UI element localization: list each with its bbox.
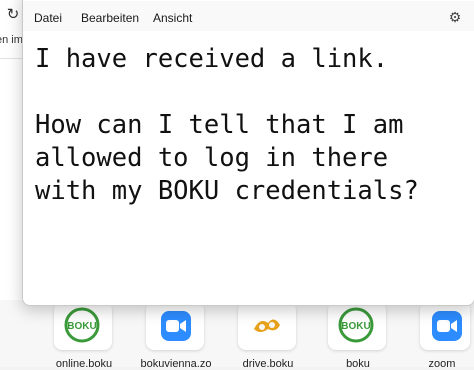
- shortcut-tile[interactable]: [420, 302, 470, 350]
- shortcut-boku[interactable]: BOKU boku: [318, 300, 398, 370]
- shortcut-drive-boku[interactable]: drive.boku: [228, 300, 308, 370]
- shortcut-tile[interactable]: BOKU: [328, 302, 386, 350]
- menu-edit[interactable]: Bearbeiten: [81, 11, 139, 25]
- zoom-icon: [161, 311, 191, 341]
- shortcut-tile[interactable]: BOKU: [54, 302, 112, 350]
- menu-view[interactable]: Ansicht: [153, 11, 192, 25]
- document-text[interactable]: I have received a link. How can I tell t…: [35, 43, 419, 208]
- refresh-icon[interactable]: ↻: [5, 7, 21, 23]
- shortcut-online-boku[interactable]: BOKU online.boku: [44, 300, 124, 370]
- boku-logo-icon: BOKU: [338, 307, 374, 343]
- menu-file[interactable]: Datei: [34, 11, 62, 25]
- svg-text:BOKU: BOKU: [341, 321, 370, 332]
- notepad-text-area[interactable]: I have received a link. How can I tell t…: [23, 31, 474, 305]
- gear-icon[interactable]: ⚙: [447, 9, 463, 25]
- shortcut-label[interactable]: bokuvienna.zo: [136, 358, 216, 370]
- svg-text:BOKU: BOKU: [67, 321, 96, 332]
- shortcut-bokuvienna-zoom[interactable]: bokuvienna.zo: [136, 300, 216, 370]
- shortcut-label[interactable]: zoom: [410, 358, 474, 370]
- shortcut-label[interactable]: boku: [318, 358, 398, 370]
- notepad-window: Datei Bearbeiten Ansicht ⚙ I have receiv…: [22, 0, 474, 306]
- shortcut-label[interactable]: online.boku: [44, 358, 124, 370]
- shortcut-tile[interactable]: [146, 302, 204, 350]
- zoom-icon: [432, 311, 462, 341]
- drive-boku-icon: [254, 319, 280, 332]
- notepad-menu-bar: Datei Bearbeiten Ansicht ⚙: [23, 1, 474, 31]
- shortcut-zoom[interactable]: zoom: [410, 300, 474, 370]
- boku-logo-icon: BOKU: [64, 307, 100, 343]
- shortcut-tile[interactable]: [238, 302, 296, 350]
- shortcut-label[interactable]: drive.boku: [228, 358, 308, 370]
